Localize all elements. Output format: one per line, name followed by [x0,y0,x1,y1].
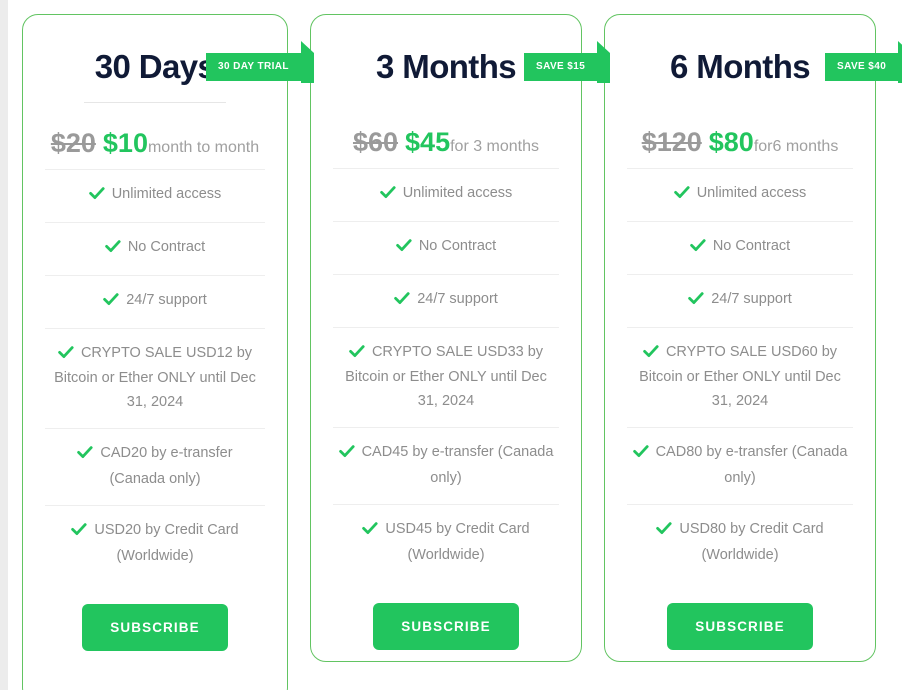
check-icon [379,184,396,208]
feature-label: No Contract [712,237,791,254]
price-block: $120 $80for6 months [640,123,841,162]
feature-label: 24/7 support [711,290,792,307]
feature-label: USD20 by Credit Card (Worldwide) [94,522,239,565]
check-icon [105,238,121,262]
check-icon [338,443,355,467]
price-current: $80 [708,126,754,157]
card-title: 6 Months [669,48,811,85]
list-item: CAD80 by e-transfer (Canada only) [627,427,853,504]
card-title: 30 Days [94,48,216,85]
feature-label: USD45 by Credit Card (Worldwide) [385,521,530,564]
cta-wrap: SUBSCRIBE [627,602,853,650]
cta-wrap: SUBSCRIBE [333,602,559,650]
list-item: 24/7 support [627,273,853,327]
list-item: 24/7 support [333,273,559,327]
list-item: CAD20 by e-transfer (Canada only) [45,428,265,505]
card-title: 3 Months [375,48,517,85]
list-item: 24/7 support [45,274,265,328]
pricing-card-30-days: 30 DAY TRIAL 30 Days $20 $10month to mont… [22,14,314,690]
check-icon [688,290,704,314]
price-original: $60 [352,126,399,157]
cta-wrap: SUBSCRIBE [45,603,265,651]
feature-label: CAD45 by e-transfer (Canada only) [361,444,554,487]
price-term: for 3 months [450,137,540,155]
check-icon [394,290,410,314]
list-item: Unlimited access [45,168,265,222]
check-icon [103,291,119,315]
check-icon [349,343,365,367]
check-icon [71,521,87,545]
check-icon [632,443,649,467]
check-icon [656,520,672,544]
list-item: No Contract [627,220,853,274]
price-term: for6 months [753,137,839,155]
feature-label: CAD80 by e-transfer (Canada only) [655,444,848,487]
list-item: Unlimited access [627,167,853,221]
pricing-card-3-months: SAVE $15 3 Months $60 $45for 3 months Unl… [310,14,611,662]
list-item: CRYPTO SALE USD12 by Bitcoin or Ether ON… [45,327,265,429]
subscribe-button[interactable]: SUBSCRIBE [667,602,813,650]
check-icon [690,237,706,261]
feature-label: USD80 by Credit Card (Worldwide) [679,521,824,564]
feature-label: CRYPTO SALE USD33 by Bitcoin or Ether ON… [345,343,547,410]
check-icon [643,343,659,367]
price-current: $10 [102,127,148,158]
check-icon [396,237,412,261]
feature-label: CRYPTO SALE USD12 by Bitcoin or Ether ON… [54,344,256,411]
list-item: Unlimited access [333,167,559,221]
feature-label: 24/7 support [417,290,498,307]
list-item: CRYPTO SALE USD33 by Bitcoin or Ether ON… [333,326,559,428]
list-item: USD20 by Credit Card (Worldwide) [45,505,265,582]
feature-label: CRYPTO SALE USD60 by Bitcoin or Ether ON… [639,343,841,410]
list-item: No Contract [45,221,265,275]
feature-label: Unlimited access [696,184,807,201]
price-term: month to month [147,138,260,156]
feature-list: Unlimited access No Contract 24/7 suppor… [333,167,559,581]
feature-label: Unlimited access [402,184,513,201]
feature-list: Unlimited access No Contract 24/7 suppor… [45,168,265,582]
badge-save-40: SAVE $40 [825,41,902,83]
feature-label: Unlimited access [111,185,222,202]
feature-label: No Contract [418,237,497,254]
price-block: $20 $10month to month [49,124,261,163]
list-item: CAD45 by e-transfer (Canada only) [333,427,559,504]
feature-label: No Contract [127,238,206,255]
check-icon [362,520,378,544]
check-icon [58,344,74,368]
feature-label: CAD20 by e-transfer (Canada only) [100,445,233,488]
subscribe-button[interactable]: SUBSCRIBE [373,602,519,650]
list-item: CRYPTO SALE USD60 by Bitcoin or Ether ON… [627,326,853,428]
pricing-page: 30 DAY TRIAL 30 Days $20 $10month to mont… [0,0,902,690]
pricing-card-6-months: SAVE $40 6 Months $120 $80for6 months Unl… [604,14,902,662]
pricing-card-row: 30 DAY TRIAL 30 Days $20 $10month to mont… [0,0,902,690]
check-icon [77,444,94,468]
price-original: $20 [50,127,96,158]
subscribe-button[interactable]: SUBSCRIBE [82,603,228,651]
badge-30-day-trial: 30 DAY TRIAL [206,41,314,83]
feature-label: 24/7 support [126,291,207,308]
check-icon [673,184,690,208]
feature-list: Unlimited access No Contract 24/7 suppor… [627,167,853,581]
price-block: $60 $45for 3 months [351,123,541,162]
title-divider [84,101,226,103]
list-item: No Contract [333,220,559,274]
price-current: $45 [405,126,451,157]
list-item: USD80 by Credit Card (Worldwide) [627,504,853,581]
price-original: $120 [641,126,702,157]
badge-save-15: SAVE $15 [524,41,611,83]
check-icon [88,185,105,209]
list-item: USD45 by Credit Card (Worldwide) [333,504,559,581]
